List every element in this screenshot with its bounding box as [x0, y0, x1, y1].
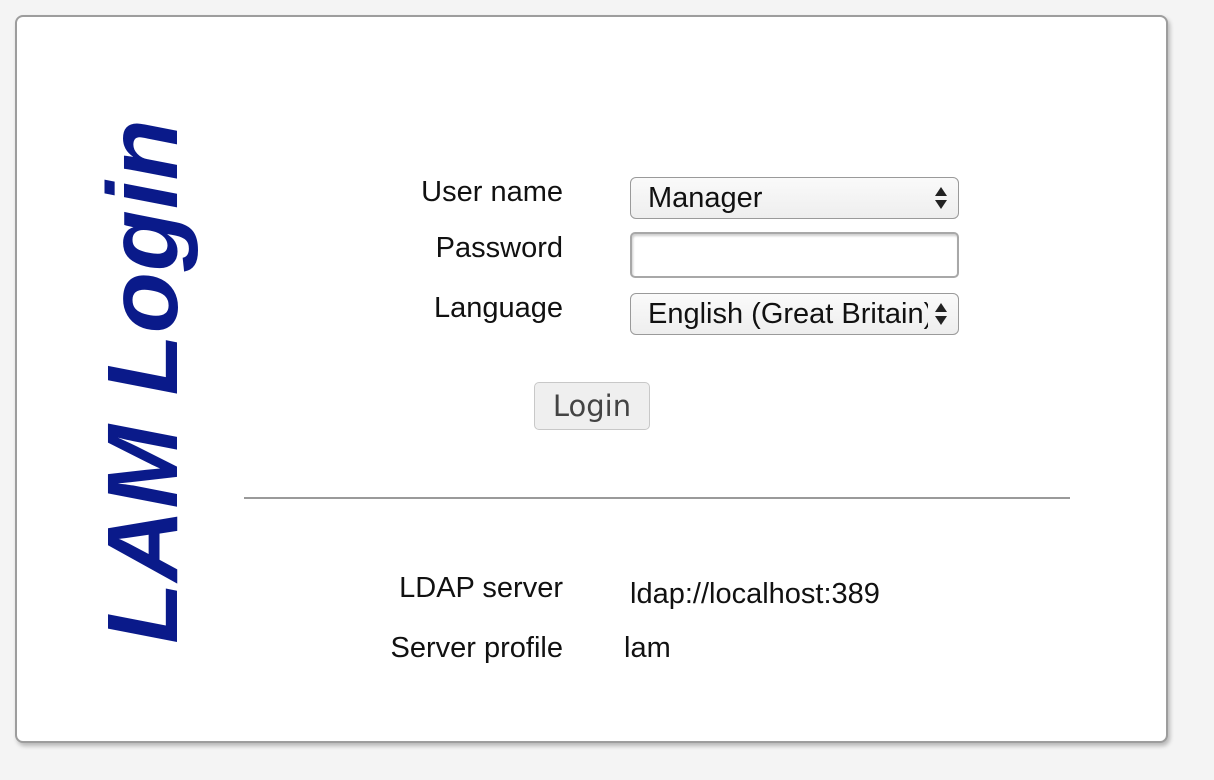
page-title: LAM Login	[87, 118, 199, 644]
select-arrows-icon	[934, 301, 948, 327]
server-profile-value: lam	[624, 632, 671, 664]
language-select[interactable]: English (Great Britain)	[630, 293, 959, 335]
divider	[244, 497, 1070, 499]
username-select[interactable]: Manager	[630, 177, 959, 219]
password-field[interactable]	[630, 232, 959, 278]
server-profile-label: Server profile	[390, 632, 563, 664]
language-select-value: English (Great Britain)	[648, 298, 928, 330]
select-arrows-icon	[934, 185, 948, 211]
password-label: Password	[435, 232, 563, 264]
username-select-value: Manager	[648, 182, 763, 214]
username-label: User name	[421, 176, 563, 208]
login-button[interactable]: Login	[534, 382, 650, 430]
ldap-server-value: ldap://localhost:389	[630, 578, 880, 610]
ldap-server-label: LDAP server	[399, 572, 563, 604]
language-label: Language	[433, 292, 563, 324]
